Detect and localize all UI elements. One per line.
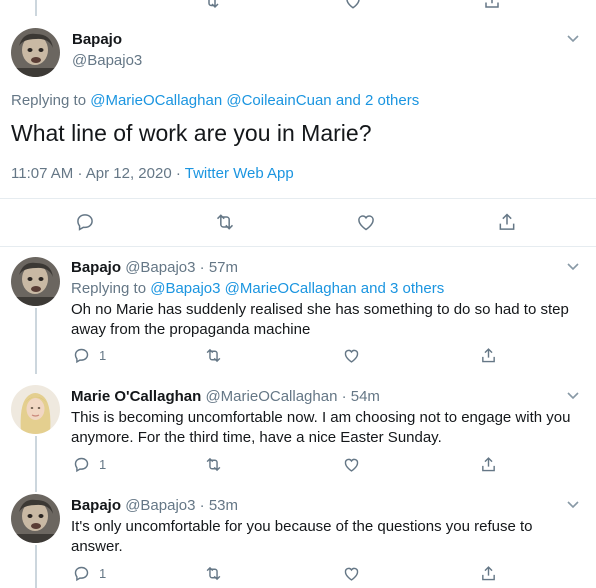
author-handle[interactable]: @MarieOCallaghan [205, 388, 337, 405]
tweet-text: What line of work are you in Marie? [11, 120, 372, 146]
replying-prefix: Replying to [11, 92, 87, 109]
author-name[interactable]: Marie O'Callaghan [71, 388, 201, 405]
share-icon [482, 457, 495, 472]
retweet-button[interactable] [205, 347, 222, 364]
tweet-time[interactable]: 11:07 AM [11, 165, 73, 182]
reply-count: 1 [99, 457, 107, 472]
reply-icon [74, 566, 89, 582]
retweet-button[interactable] [215, 212, 235, 232]
reply-icon [77, 214, 93, 231]
retweet-icon[interactable] [203, 0, 221, 10]
share-button[interactable] [480, 347, 497, 364]
retweet-button[interactable] [205, 565, 222, 582]
author-handle[interactable]: @Bapajo3 [72, 52, 142, 69]
tweet-source[interactable]: Twitter Web App [185, 165, 294, 182]
meta-separator: · [175, 165, 181, 182]
like-button[interactable] [343, 347, 360, 364]
avatar-image [11, 28, 60, 77]
reply-header: Marie O'Callaghan @MarieOCallaghan · 54m [71, 388, 380, 405]
reply-count: 1 [99, 566, 107, 581]
retweet-button[interactable] [205, 456, 222, 473]
mention-link[interactable]: @Bapajo3 [150, 280, 220, 297]
mention-link[interactable]: @MarieOCallaghan [90, 92, 222, 109]
share-icon [482, 348, 495, 363]
tweet-text: Oh no Marie has suddenly realised she ha… [71, 301, 569, 338]
tweet-time[interactable]: 57m [209, 259, 238, 276]
others-link[interactable]: and 3 others [361, 280, 444, 297]
meta-separator: · [341, 388, 347, 405]
chevron-down-icon[interactable] [566, 34, 580, 44]
tweet-meta: 11:07 AM · Apr 12, 2020 · Twitter Web Ap… [11, 165, 294, 182]
tweet-text: This is becoming uncomfortable now. I am… [71, 409, 571, 446]
share-button[interactable] [480, 456, 497, 473]
tweet-text: It's only uncomfortable for you because … [71, 518, 533, 555]
like-icon[interactable] [344, 0, 362, 10]
mention-link[interactable]: @MarieOCallaghan [225, 280, 357, 297]
avatar[interactable] [11, 494, 60, 543]
reply-icon [74, 457, 89, 473]
avatar[interactable] [11, 385, 60, 434]
reply-header: Bapajo @Bapajo3 · 53m [71, 497, 238, 514]
chevron-down-icon[interactable] [566, 262, 580, 272]
tweet-time[interactable]: 54m [351, 388, 380, 405]
author-name[interactable]: Bapajo [71, 497, 121, 514]
thread-line [35, 436, 37, 492]
replying-prefix: Replying to [71, 280, 147, 297]
share-icon [499, 213, 515, 230]
avatar-image [11, 494, 60, 543]
reply-header: Bapajo @Bapajo3 · 57m [71, 259, 238, 276]
author-name[interactable]: Bapajo [71, 259, 121, 276]
divider [0, 246, 596, 247]
avatar-image [11, 385, 60, 434]
reply-button[interactable]: 1 [73, 456, 106, 473]
retweet-icon [206, 457, 221, 472]
tweet-date[interactable]: Apr 12, 2020 [86, 165, 172, 182]
reply-icon [74, 348, 89, 364]
like-icon [358, 215, 374, 231]
others-link[interactable]: and 2 others [336, 92, 419, 109]
retweet-icon [206, 566, 221, 581]
reply-button[interactable]: 1 [73, 565, 106, 582]
like-icon [344, 458, 359, 472]
like-button[interactable] [356, 212, 376, 232]
reply-count: 1 [99, 348, 107, 363]
avatar[interactable] [11, 28, 60, 77]
like-icon [344, 349, 359, 363]
author-handle[interactable]: @Bapajo3 [125, 497, 195, 514]
chevron-down-icon[interactable] [566, 391, 580, 401]
divider [0, 198, 596, 199]
share-icon[interactable] [483, 0, 501, 10]
chevron-down-icon[interactable] [566, 500, 580, 510]
share-icon [482, 566, 495, 581]
like-icon [344, 567, 359, 581]
meta-separator: · [199, 497, 205, 514]
meta-separator: · [77, 165, 83, 182]
like-button[interactable] [343, 565, 360, 582]
mention-link[interactable]: @CoileainCuan [226, 92, 331, 109]
reply-button[interactable] [75, 212, 95, 232]
share-button[interactable] [480, 565, 497, 582]
retweet-icon [206, 348, 221, 363]
top-action-row [0, 0, 596, 14]
like-button[interactable] [343, 456, 360, 473]
author-handle[interactable]: @Bapajo3 [125, 259, 195, 276]
reply-button[interactable]: 1 [73, 347, 106, 364]
replying-to: Replying to @Bapajo3 @MarieOCallaghan an… [71, 280, 444, 297]
meta-separator: · [199, 259, 205, 276]
avatar-image [11, 257, 60, 306]
author-name[interactable]: Bapajo [72, 31, 122, 48]
avatar[interactable] [11, 257, 60, 306]
thread-line [35, 308, 37, 374]
share-button[interactable] [497, 212, 517, 232]
tweet-time[interactable]: 53m [209, 497, 238, 514]
thread-line [35, 545, 37, 588]
replying-to: Replying to @MarieOCallaghan @CoileainCu… [11, 92, 419, 109]
retweet-icon [216, 214, 234, 230]
